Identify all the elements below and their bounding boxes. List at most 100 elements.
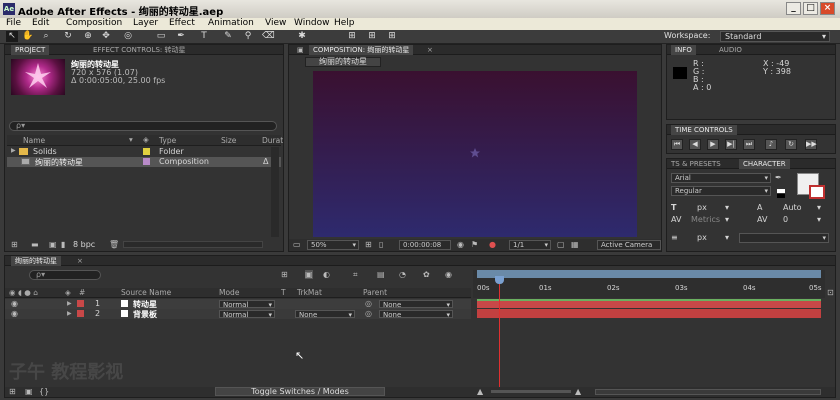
comp-button-icon[interactable]: ⊡ [827,288,834,297]
table-row[interactable]: ◉ ▶ 2 背景板 Normal ▾ None ▾ ◎ None ▾ [5,309,471,319]
col-name[interactable]: Name [23,136,45,145]
eye-icon[interactable]: ◉ [11,309,18,318]
camera-dropdown[interactable]: Active Camera [597,240,661,250]
list-item[interactable]: ▶ Solids Folder [7,147,281,157]
close-button[interactable]: × [820,2,835,15]
col-duration[interactable]: Durat [262,136,283,145]
black-swatch[interactable] [777,194,785,198]
comp-breadcrumb[interactable]: 绚丽的转动星 [305,57,381,67]
menu-view[interactable]: View [265,18,286,28]
menu-layer[interactable]: Layer [133,18,158,28]
live-update-icon[interactable]: ▣ [305,270,313,279]
col-mode[interactable]: Mode [219,288,239,297]
timeline-scrollbar[interactable] [595,389,821,395]
work-area-bar[interactable] [477,270,821,278]
col-source-name[interactable]: Source Name [121,288,171,297]
menu-file[interactable]: File [6,18,21,28]
font-dropdown[interactable]: Arial ▾ [671,173,771,183]
menu-window[interactable]: Window [294,18,330,28]
motion-blur-icon[interactable]: ◔ [399,270,406,279]
pickwhip-icon[interactable]: ◎ [365,299,372,308]
label-color-swatch[interactable] [77,310,84,317]
always-preview-icon[interactable]: ▭ [293,240,301,249]
camera-orbit-icon[interactable]: ⊕ [82,31,94,42]
layer-duration-bar[interactable] [477,309,821,318]
stroke-color-swatch[interactable] [809,185,825,199]
hand-tool-icon[interactable]: ✋ [22,31,34,42]
tab-time-controls[interactable]: TIME CONTROLS [671,125,737,135]
tab-composition[interactable]: COMPOSITION: 绚丽的转动星 [309,45,414,55]
expand-arrow-icon[interactable]: ▶ [67,300,72,307]
col-t[interactable]: T [281,288,286,297]
close-tab-icon[interactable]: × [73,256,87,266]
timeline-search-input[interactable]: ρ▾ [29,270,101,280]
menu-help[interactable]: Help [334,18,355,28]
project-scrollbar[interactable] [271,147,279,237]
expand-arrow-icon[interactable]: ▶ [67,310,72,317]
interpret-footage-icon[interactable]: ⊞ [11,240,18,249]
eye-icon[interactable]: ◉ [11,299,18,308]
workspace-dropdown[interactable]: Standard ▾ [720,31,830,42]
timecode-display[interactable]: 0:00:00:08 [399,240,451,250]
kerning-value[interactable]: Metrics [691,215,720,224]
tab-character[interactable]: CHARACTER [739,159,790,169]
toggle-layer-switches-icon[interactable]: ⊞ [9,387,16,396]
composition-viewer[interactable] [313,71,637,237]
draft-3d-icon[interactable]: ◐ [323,270,330,279]
pan-behind-icon[interactable]: ✥ [100,31,112,42]
list-item[interactable]: 绚丽的转动星 Composition Δ [7,157,281,167]
layer-duration-bar[interactable] [477,299,821,308]
maximize-button[interactable]: □ [803,2,818,15]
tracking-value[interactable]: 0 [783,215,788,224]
resolution-dropdown[interactable]: 1/1 ▾ [509,240,551,250]
toggle-switches-modes-button[interactable]: Toggle Switches / Modes [215,387,385,396]
world-axis-icon[interactable]: ⊞ [366,31,378,42]
rotation-tool-icon[interactable]: ↻ [62,31,74,42]
menu-effect[interactable]: Effect [169,18,195,28]
rectangle-tool-icon[interactable]: ▭ [155,31,167,42]
time-ruler[interactable]: 00s 01s 02s 03s 04s 05s [473,270,825,298]
prev-frame-button[interactable]: ◀ [689,139,701,150]
cti-handle-icon[interactable] [495,276,504,284]
trkmat-dropdown[interactable]: None ▾ [295,310,355,319]
toggle-in-out-icon[interactable]: {} [39,387,49,396]
project-search-input[interactable]: ρ▾ [9,121,277,131]
leading-value[interactable]: Auto [783,203,802,212]
tab-project[interactable]: PROJECT [11,45,50,55]
next-frame-button[interactable]: ▶| [725,139,737,150]
menu-animation[interactable]: Animation [208,18,254,28]
col-type[interactable]: Type [159,136,176,145]
graph-editor-icon[interactable]: ◉ [445,270,452,279]
timeline-zoom-slider[interactable] [491,390,571,393]
col-parent[interactable]: Parent [363,288,387,297]
toggle-transfer-icon[interactable]: ▣ [25,387,33,396]
channel-icon[interactable]: ● [489,240,496,249]
local-axis-icon[interactable]: ⊞ [346,31,358,42]
region-of-interest-icon[interactable]: ▢ [557,240,565,249]
font-size-unit[interactable]: px [697,203,707,212]
tab-info[interactable]: INFO [671,45,696,55]
frame-blending-icon[interactable]: ▤ [377,270,385,279]
mode-dropdown[interactable]: Normal ▾ [219,300,275,309]
mode-dropdown[interactable]: Normal ▾ [219,310,275,319]
horizontal-scrollbar[interactable] [123,241,263,248]
show-snapshot-icon[interactable]: ⚑ [471,240,478,249]
table-row[interactable]: ◉ ▶ 1 转动星 Normal ▾ ◎ None ▾ [5,299,471,309]
minimize-button[interactable]: _ [786,2,801,15]
grid-icon[interactable]: ▯ [379,240,383,249]
play-button[interactable]: ▶ [707,139,719,150]
white-swatch[interactable] [777,189,785,193]
pickwhip-icon[interactable]: ◎ [365,309,372,318]
first-frame-button[interactable]: ⏮ [671,139,683,150]
orbit-icon[interactable]: ◎ [122,31,134,42]
tab-effect-controls[interactable]: EFFECT CONTROLS: 转动星 [89,45,190,55]
layer-name[interactable]: 背景板 [133,309,157,320]
col-trkmat[interactable]: TrkMat [297,288,322,297]
audio-button[interactable]: ♪ [765,139,777,150]
ram-preview-button[interactable]: ▶▶ [805,139,817,150]
zoom-in-icon[interactable]: ▲ [575,387,581,396]
new-folder-icon[interactable]: ▬ [31,240,39,249]
zoom-dropdown[interactable]: 50% ▾ [307,240,359,250]
text-tool-icon[interactable]: T [198,31,210,42]
current-time-indicator[interactable] [499,276,500,388]
